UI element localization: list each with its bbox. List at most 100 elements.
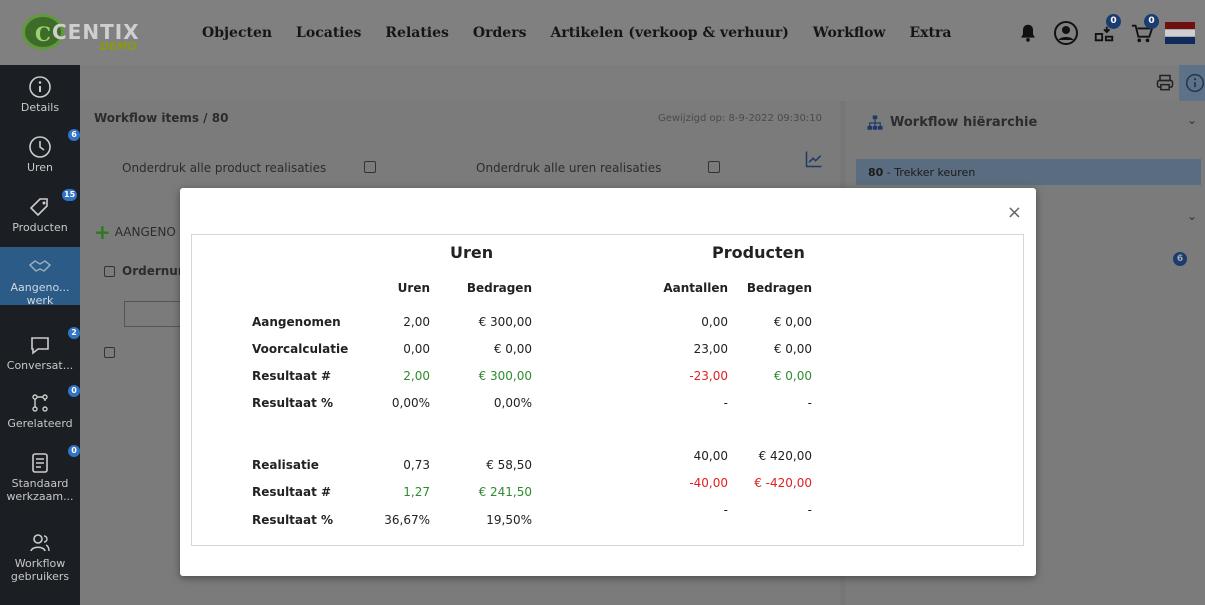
hierarchy-title: Workflow hiërarchie bbox=[890, 115, 1038, 130]
add-accepted-work-button[interactable]: + AANGENO bbox=[94, 219, 176, 245]
sidebar-item-gerelateerd[interactable]: 0 Gerelateerd bbox=[0, 385, 80, 430]
document-icon: 0 bbox=[28, 445, 80, 475]
cart-icon[interactable]: 0 bbox=[1127, 13, 1159, 48]
hierarchy-item[interactable]: 80 - Trekker keuren bbox=[856, 159, 1201, 185]
hierarchy-icon bbox=[866, 114, 884, 135]
column-header-uren: Uren bbox=[397, 281, 430, 295]
cell-uren: 2,00 bbox=[403, 315, 430, 329]
cell-uren: 0,00% bbox=[391, 396, 430, 410]
plus-icon: + bbox=[94, 220, 111, 244]
nav-relaties[interactable]: Relaties bbox=[385, 25, 449, 41]
row-checkbox[interactable] bbox=[104, 347, 115, 358]
scan-icon[interactable]: 0 bbox=[1089, 13, 1121, 48]
nav-extra[interactable]: Extra bbox=[910, 25, 952, 41]
cell-producten-bedrag: - bbox=[807, 503, 812, 517]
hierarchy-item-number: 80 bbox=[868, 166, 884, 179]
sidebar-item-label: Workflow gebruikers bbox=[10, 557, 70, 583]
chat-icon: 2 bbox=[28, 327, 80, 357]
cell-uren: 0,73 bbox=[403, 458, 430, 472]
column-header-bedragen-producten: Bedragen bbox=[746, 281, 812, 295]
sidebar-item-label: Conversat... bbox=[6, 359, 74, 372]
add-button-label: AANGENO bbox=[114, 225, 176, 239]
cell-aantal: 40,00 bbox=[693, 449, 728, 463]
column-header-bedragen: Bedragen bbox=[466, 281, 532, 295]
top-icons: 0 0 bbox=[1005, 0, 1195, 65]
results-modal: × Uren Producten Uren Bedragen Aantallen… bbox=[180, 188, 1036, 576]
sidebar: Details 6 Uren 15 Producten Aangeno... w… bbox=[0, 65, 80, 605]
relation-icon: 0 bbox=[28, 385, 80, 415]
cell-uren-bedrag: € 0,00 bbox=[493, 342, 532, 356]
cell-aantal: - bbox=[723, 503, 728, 517]
info-toggle-icon[interactable] bbox=[1179, 65, 1205, 101]
cell-uren-bedrag: € 300,00 bbox=[478, 315, 532, 329]
sidebar-item-details[interactable]: Details bbox=[0, 75, 80, 114]
chart-icon[interactable] bbox=[804, 149, 824, 172]
cell-uren: 2,00 bbox=[403, 369, 430, 383]
scan-badge: 0 bbox=[1106, 13, 1121, 29]
main-nav: Objecten Locaties Relaties Orders Artike… bbox=[202, 0, 975, 65]
sidebar-item-producten[interactable]: 15 Producten bbox=[0, 189, 80, 234]
nav-workflow[interactable]: Workflow bbox=[813, 25, 886, 41]
bell-icon[interactable] bbox=[1013, 18, 1043, 48]
printer-icon[interactable] bbox=[1155, 73, 1175, 96]
chevron-down-icon[interactable]: ⌄ bbox=[1187, 209, 1197, 223]
breadcrumb[interactable]: Workflow items / 80 bbox=[94, 111, 228, 125]
gerelateerd-badge: 0 bbox=[68, 385, 80, 397]
toolbar-strip bbox=[80, 65, 1205, 101]
close-icon[interactable]: × bbox=[1007, 204, 1022, 222]
row-label: Resultaat % bbox=[252, 513, 334, 527]
sidebar-item-conversaties[interactable]: 2 Conversat... bbox=[0, 327, 80, 372]
cell-producten-bedrag: € 0,00 bbox=[773, 315, 812, 329]
cell-producten-bedrag: € 0,00 bbox=[773, 369, 812, 383]
cell-uren: 36,67% bbox=[384, 513, 430, 527]
modified-date: Gewijzigd op: 8-9-2022 09:30:10 bbox=[657, 113, 822, 124]
sidebar-item-label: Uren bbox=[26, 161, 54, 174]
suppress-products-checkbox[interactable] bbox=[364, 161, 376, 173]
row-label: Resultaat # bbox=[252, 485, 332, 499]
sidebar-item-label: Aangeno... werk bbox=[10, 281, 70, 307]
standaard-badge: 0 bbox=[68, 445, 80, 457]
nav-orders[interactable]: Orders bbox=[473, 25, 527, 41]
nav-artikelen[interactable]: Artikelen (verkoop & verhuur) bbox=[550, 25, 788, 41]
nav-locaties[interactable]: Locaties bbox=[296, 25, 361, 41]
nav-objecten[interactable]: Objecten bbox=[202, 25, 272, 41]
cell-uren-bedrag: € 300,00 bbox=[478, 369, 532, 383]
cell-producten-bedrag: € 0,00 bbox=[773, 342, 812, 356]
centix-logo[interactable]: C CENTIX DEMO bbox=[22, 10, 182, 54]
cell-uren: 0,00 bbox=[403, 342, 430, 356]
cell-aantal: -40,00 bbox=[689, 476, 728, 490]
logo-demo: DEMO bbox=[100, 40, 137, 53]
users-icon bbox=[28, 531, 52, 555]
sidebar-item-uren[interactable]: 6 Uren bbox=[0, 129, 80, 174]
select-all-checkbox[interactable] bbox=[104, 266, 115, 277]
tag-icon: 15 bbox=[28, 189, 78, 219]
conversaties-badge: 2 bbox=[68, 327, 80, 339]
handshake-icon bbox=[28, 255, 52, 279]
section-producten-heading: Producten bbox=[712, 243, 805, 262]
sidebar-item-standaard-werkzaamheden[interactable]: 0 Standaard werkzaam... bbox=[0, 445, 80, 503]
dutch-flag-icon[interactable] bbox=[1165, 18, 1195, 48]
sidebar-item-aangenomen-werk[interactable]: Aangeno... werk bbox=[0, 247, 80, 307]
sidebar-item-label: Gerelateerd bbox=[7, 417, 73, 430]
clock-icon: 6 bbox=[28, 129, 80, 159]
cell-uren-bedrag: 19,50% bbox=[486, 513, 532, 527]
sidebar-item-label: Standaard werkzaam... bbox=[6, 477, 74, 503]
cell-uren-bedrag: € 241,50 bbox=[478, 485, 532, 499]
cell-producten-bedrag: € 420,00 bbox=[758, 449, 812, 463]
chevron-down-icon[interactable]: ⌄ bbox=[1187, 113, 1197, 127]
hierarchy-count-badge: 6 bbox=[1173, 252, 1187, 266]
cell-aantal: -23,00 bbox=[689, 369, 728, 383]
sidebar-item-label: Producten bbox=[12, 221, 68, 234]
row-label: Resultaat # bbox=[252, 369, 332, 383]
cell-uren: 1,27 bbox=[403, 485, 430, 499]
user-icon[interactable] bbox=[1051, 18, 1081, 48]
row-label: Realisatie bbox=[252, 458, 319, 472]
cell-uren-bedrag: 0,00% bbox=[493, 396, 532, 410]
sidebar-item-workflow-gebruikers[interactable]: Workflow gebruikers bbox=[0, 531, 80, 583]
suppress-hours-label: Onderdruk alle uren realisaties bbox=[476, 161, 662, 175]
suppress-hours-checkbox[interactable] bbox=[708, 161, 720, 173]
info-icon bbox=[28, 75, 52, 99]
cell-aantal: - bbox=[723, 396, 728, 410]
producten-badge: 15 bbox=[62, 189, 78, 201]
results-table: Uren Producten Uren Bedragen Aantallen B… bbox=[191, 234, 1024, 546]
